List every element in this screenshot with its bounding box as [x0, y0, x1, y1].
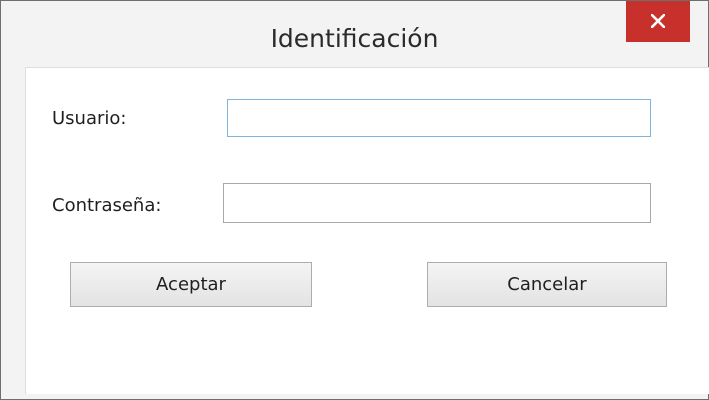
password-field[interactable] — [223, 183, 651, 223]
title-bar[interactable]: Identificación — [1, 1, 708, 67]
close-icon — [651, 14, 665, 28]
login-dialog: Identificación Usuario: Contraseña: Acep… — [0, 0, 709, 400]
user-field[interactable] — [227, 99, 651, 137]
dialog-body: Usuario: Contraseña: Aceptar Cancelar — [25, 67, 709, 394]
close-button[interactable] — [626, 1, 690, 42]
password-label: Contraseña: — [52, 195, 162, 216]
user-label: Usuario: — [52, 108, 127, 129]
accept-button[interactable]: Aceptar — [70, 262, 312, 307]
cancel-button[interactable]: Cancelar — [427, 262, 667, 307]
dialog-title: Identificación — [270, 24, 439, 53]
